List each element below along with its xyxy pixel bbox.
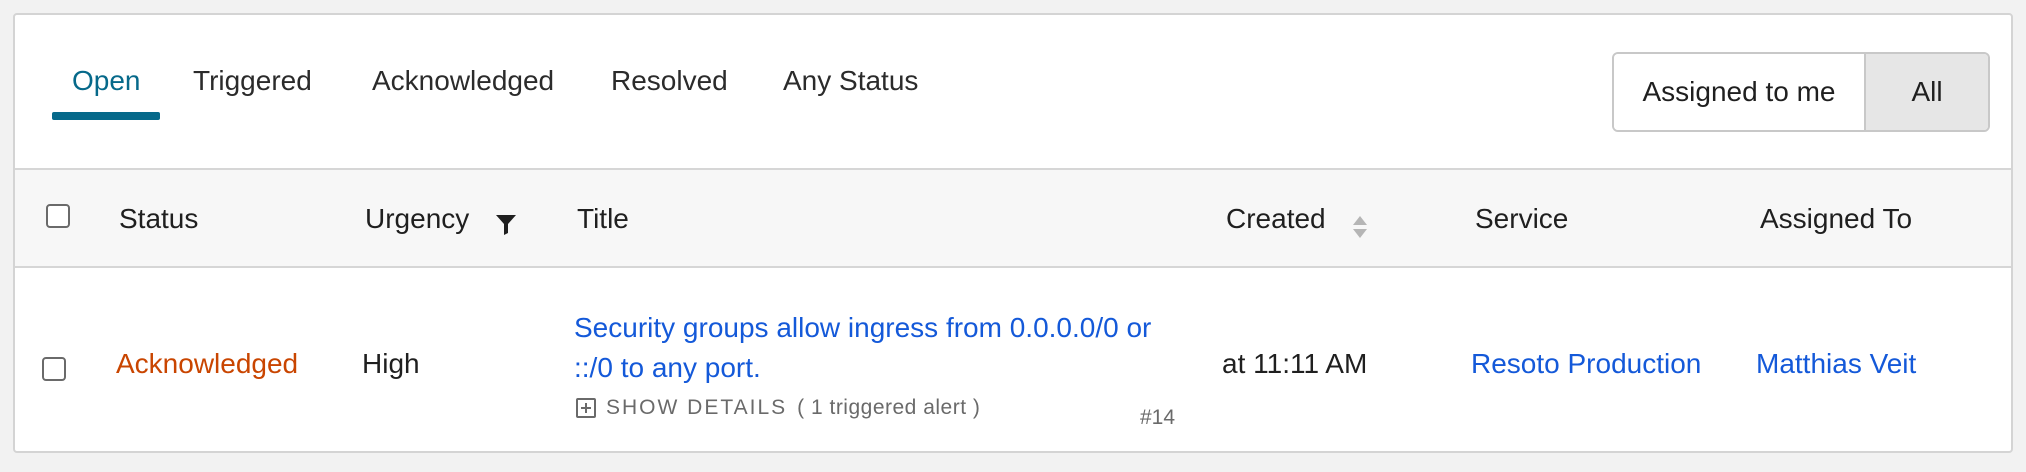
column-header-status[interactable]: Status xyxy=(119,203,198,235)
select-all-checkbox[interactable] xyxy=(46,204,70,228)
column-header-title[interactable]: Title xyxy=(577,203,629,235)
row-checkbox[interactable] xyxy=(42,357,66,381)
created-time: at 11:11 AM xyxy=(1222,348,1368,379)
service-link[interactable]: Resoto Production xyxy=(1471,348,1701,380)
tab-triggered[interactable]: Triggered xyxy=(193,65,312,97)
column-header-created[interactable]: Created xyxy=(1226,203,1326,235)
assigned-to-me-button[interactable]: Assigned to me xyxy=(1614,54,1866,130)
table-header: Status Urgency Title Created Service Ass… xyxy=(15,170,2011,268)
status-badge: Acknowledged xyxy=(116,348,299,379)
show-details-label: SHOW DETAILS xyxy=(606,396,788,419)
assignee-link[interactable]: Matthias Veit xyxy=(1756,348,1916,380)
incident-details: SHOW DETAILS ( 1 triggered alert ) xyxy=(576,396,980,420)
incident-title-link[interactable]: Security groups allow ingress from 0.0.0… xyxy=(574,308,1194,388)
urgency-value: High xyxy=(362,348,420,379)
tab-open[interactable]: Open xyxy=(72,65,141,97)
tab-any-status[interactable]: Any Status xyxy=(783,65,918,97)
column-header-urgency[interactable]: Urgency xyxy=(365,203,469,235)
incidents-panel: Open Triggered Acknowledged Resolved Any… xyxy=(13,13,2013,453)
active-tab-indicator xyxy=(52,112,160,120)
alert-count: ( 1 triggered alert ) xyxy=(797,396,981,419)
incident-number: #14 xyxy=(1140,406,1176,429)
tab-acknowledged[interactable]: Acknowledged xyxy=(372,65,554,97)
show-details-button[interactable]: SHOW DETAILS xyxy=(576,396,787,420)
assignment-toggle: Assigned to me All xyxy=(1612,52,1990,132)
column-header-service[interactable]: Service xyxy=(1475,203,1568,235)
tab-resolved[interactable]: Resolved xyxy=(611,65,728,97)
column-header-assigned-to[interactable]: Assigned To xyxy=(1760,203,1912,235)
table-row: Acknowledged High Security groups allow … xyxy=(15,268,2011,451)
all-button[interactable]: All xyxy=(1866,54,1988,130)
status-tabs-bar: Open Triggered Acknowledged Resolved Any… xyxy=(15,15,2011,170)
filter-icon[interactable] xyxy=(494,212,518,236)
sort-icon[interactable] xyxy=(1351,214,1369,240)
plus-square-icon xyxy=(576,398,596,418)
